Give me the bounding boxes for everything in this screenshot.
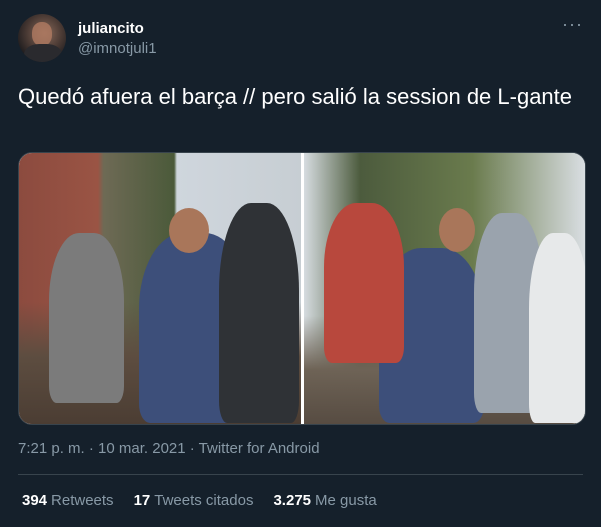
retweets-label: Retweets xyxy=(51,492,114,509)
divider-top xyxy=(18,474,583,475)
tweet-stats: 394 Retweets 17 Tweets citados 3.275 Me gus… xyxy=(22,492,377,509)
photo-figure xyxy=(49,233,124,403)
media-photo-2[interactable] xyxy=(303,153,585,424)
author-handle[interactable]: @imnotjuli1 xyxy=(78,40,157,57)
more-horizontal-icon[interactable]: ··· xyxy=(562,14,583,35)
photo-figure xyxy=(169,208,209,253)
photo-figure xyxy=(528,233,585,423)
likes-label: Me gusta xyxy=(315,492,377,509)
quote-tweets-stat[interactable]: 17 Tweets citados xyxy=(134,492,254,509)
media-photo-1[interactable] xyxy=(19,153,301,424)
author-avatar[interactable] xyxy=(18,14,66,62)
tweet-text: Quedó afuera el barça // pero salió la s… xyxy=(18,84,573,109)
avatar-face xyxy=(32,22,52,46)
tweet-timestamp[interactable]: 7:21 p. m. · 10 mar. 2021 · Twitter for … xyxy=(18,440,320,457)
author-display-name[interactable]: juliancito xyxy=(78,20,144,37)
quotes-label: Tweets citados xyxy=(154,492,254,509)
photo-figure xyxy=(438,208,475,252)
tweet-media[interactable] xyxy=(18,152,586,425)
retweets-count: 394 xyxy=(22,492,48,509)
likes-count: 3.275 xyxy=(273,492,312,509)
quotes-count: 17 xyxy=(133,492,151,509)
photo-figure xyxy=(323,203,404,363)
photo-figure xyxy=(219,203,299,423)
avatar-body xyxy=(24,44,62,62)
likes-stat[interactable]: 3.275 Me gusta xyxy=(273,492,376,509)
retweets-stat[interactable]: 394 Retweets xyxy=(22,492,114,509)
